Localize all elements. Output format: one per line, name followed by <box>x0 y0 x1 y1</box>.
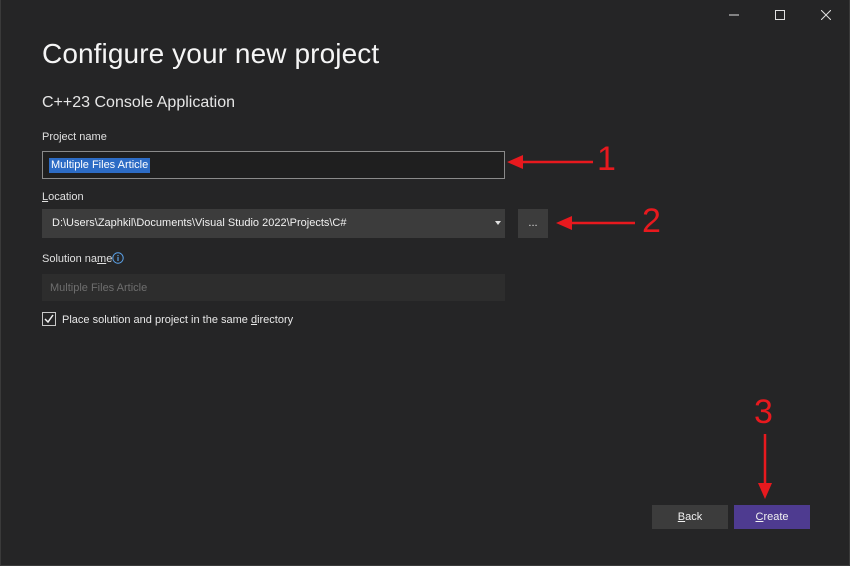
annotation-number-1: 1 <box>597 140 616 178</box>
annotation-arrows <box>507 155 772 499</box>
arrow-1 <box>507 155 593 169</box>
arrow-3 <box>758 434 772 499</box>
dialog-window: Configure your new project C++23 Console… <box>0 0 850 566</box>
annotation-number-3: 3 <box>754 393 773 431</box>
annotation-number-2: 2 <box>642 202 661 240</box>
arrow-2 <box>556 216 635 230</box>
